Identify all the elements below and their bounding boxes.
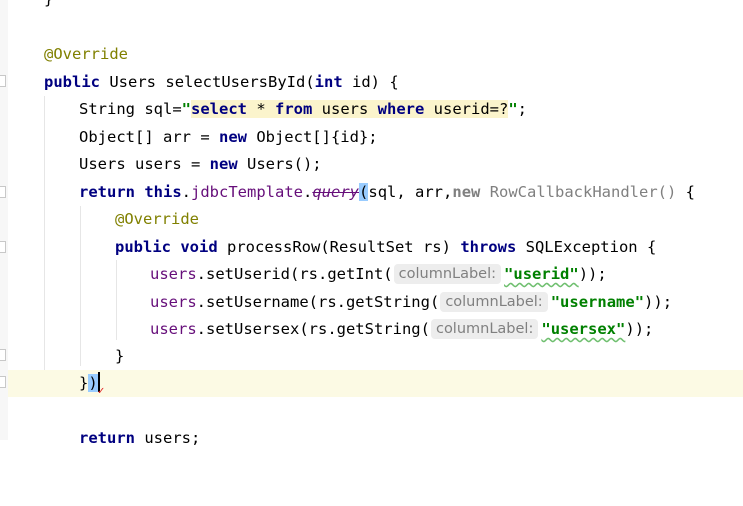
fold-marker-icon[interactable] bbox=[0, 376, 6, 388]
matched-bracket: ( bbox=[359, 183, 369, 201]
set-usersex-statement: users.setUsersex(rs.getString(columnLabe… bbox=[150, 319, 654, 339]
deprecated-query-method: query bbox=[312, 183, 360, 201]
set-userid-statement: users.setUserid(rs.getInt(columnLabel: "u… bbox=[150, 264, 607, 284]
closing-brace: } bbox=[115, 347, 125, 365]
code-line: users.setUsername(rs.getString(columnLab… bbox=[8, 289, 743, 316]
code-line: users.setUserid(rs.getInt(columnLabel: "u… bbox=[8, 261, 743, 288]
code-line: public Users selectUsersById(int id) { bbox=[8, 69, 743, 96]
sql-injected-fragment: select * from users where userid=? bbox=[191, 100, 509, 118]
parameter-hint: columnLabel: bbox=[393, 264, 502, 284]
code-line: return this.jdbcTemplate.query(sql, arr,… bbox=[8, 179, 743, 206]
code-line: @Override bbox=[8, 41, 743, 68]
return-query-statement: return this.jdbcTemplate.query(sql, arr,… bbox=[79, 183, 695, 201]
override-annotation: @Override bbox=[44, 45, 128, 63]
code-line: } bbox=[8, 343, 743, 370]
code-line: public void processRow(ResultSet rs) thr… bbox=[8, 234, 743, 261]
return-users-statement: return users; bbox=[79, 429, 201, 447]
closing-brace: } bbox=[44, 0, 53, 13]
fold-marker-icon[interactable] bbox=[0, 349, 6, 361]
current-code-line[interactable]: })✓ bbox=[8, 370, 743, 397]
error-marker-icon: ✓ bbox=[97, 384, 105, 397]
sql-declaration: String sql="select * from users where us… bbox=[79, 100, 528, 118]
matched-bracket: ) bbox=[88, 374, 98, 392]
code-line: String sql="select * from users where us… bbox=[8, 96, 743, 123]
override-annotation: @Override bbox=[115, 210, 199, 228]
code-line: return users; bbox=[8, 425, 743, 452]
code-line: Users users = new Users(); bbox=[8, 151, 743, 178]
code-line: @Override bbox=[8, 206, 743, 233]
fold-marker-icon[interactable] bbox=[0, 241, 6, 253]
arr-declaration: Object[] arr = new Object[]{id}; bbox=[79, 128, 378, 146]
close-call-statement: })✓ bbox=[79, 372, 105, 397]
fold-marker-icon[interactable] bbox=[0, 75, 6, 87]
code-line: } bbox=[8, 0, 743, 13]
editor-gutter bbox=[0, 0, 8, 440]
users-declaration: Users users = new Users(); bbox=[79, 155, 322, 173]
parameter-hint: columnLabel: bbox=[440, 292, 548, 312]
method-signature: public Users selectUsersById(int id) { bbox=[44, 73, 399, 91]
parameter-hint: columnLabel: bbox=[430, 319, 539, 339]
fold-marker-icon[interactable] bbox=[0, 186, 6, 198]
code-line: Object[] arr = new Object[]{id}; bbox=[8, 124, 743, 151]
code-line: users.setUsersex(rs.getString(columnLabe… bbox=[8, 316, 743, 343]
process-row-signature: public void processRow(ResultSet rs) thr… bbox=[115, 238, 657, 256]
set-username-statement: users.setUsername(rs.getString(columnLab… bbox=[150, 292, 673, 312]
